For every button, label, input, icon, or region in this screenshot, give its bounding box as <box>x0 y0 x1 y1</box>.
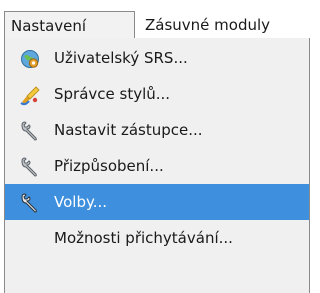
menu-item-options[interactable]: Volby... <box>5 184 309 220</box>
menu-item-custom-crs[interactable]: Uživatelský SRS... <box>5 40 309 76</box>
menu-item-label: Uživatelský SRS... <box>54 49 188 67</box>
menubar-item-nastaveni[interactable]: Nastavení <box>4 11 135 39</box>
menu-item-label: Přizpůsobení... <box>54 157 164 175</box>
menu-item-shortcuts[interactable]: Nastavit zástupce... <box>5 112 309 148</box>
menu-item-label: Nastavit zástupce... <box>54 121 203 139</box>
menu-item-label: Možnosti přichytávání... <box>54 229 233 247</box>
wrench-icon <box>19 156 41 178</box>
wrench-icon <box>19 120 41 142</box>
menu-item-customization[interactable]: Přizpůsobení... <box>5 148 309 184</box>
screen: Nastavení Zásuvné moduly Uživatelský SRS… <box>0 0 313 293</box>
menubar: Nastavení Zásuvné moduly <box>0 0 313 39</box>
menu-item-label: Volby... <box>54 193 108 211</box>
settings-dropdown-menu: Uživatelský SRS... Správce stylů... Nast… <box>4 38 310 293</box>
menubar-item-zasuvne-moduly[interactable]: Zásuvné moduly <box>141 11 270 39</box>
menu-item-label: Správce stylů... <box>54 85 171 103</box>
menu-item-snapping-options[interactable]: Možnosti přichytávání... <box>5 220 309 256</box>
wrench-icon <box>19 192 41 214</box>
menu-item-style-manager[interactable]: Správce stylů... <box>5 76 309 112</box>
globe-settings-icon <box>19 48 41 70</box>
paintbrush-icon <box>19 84 41 106</box>
